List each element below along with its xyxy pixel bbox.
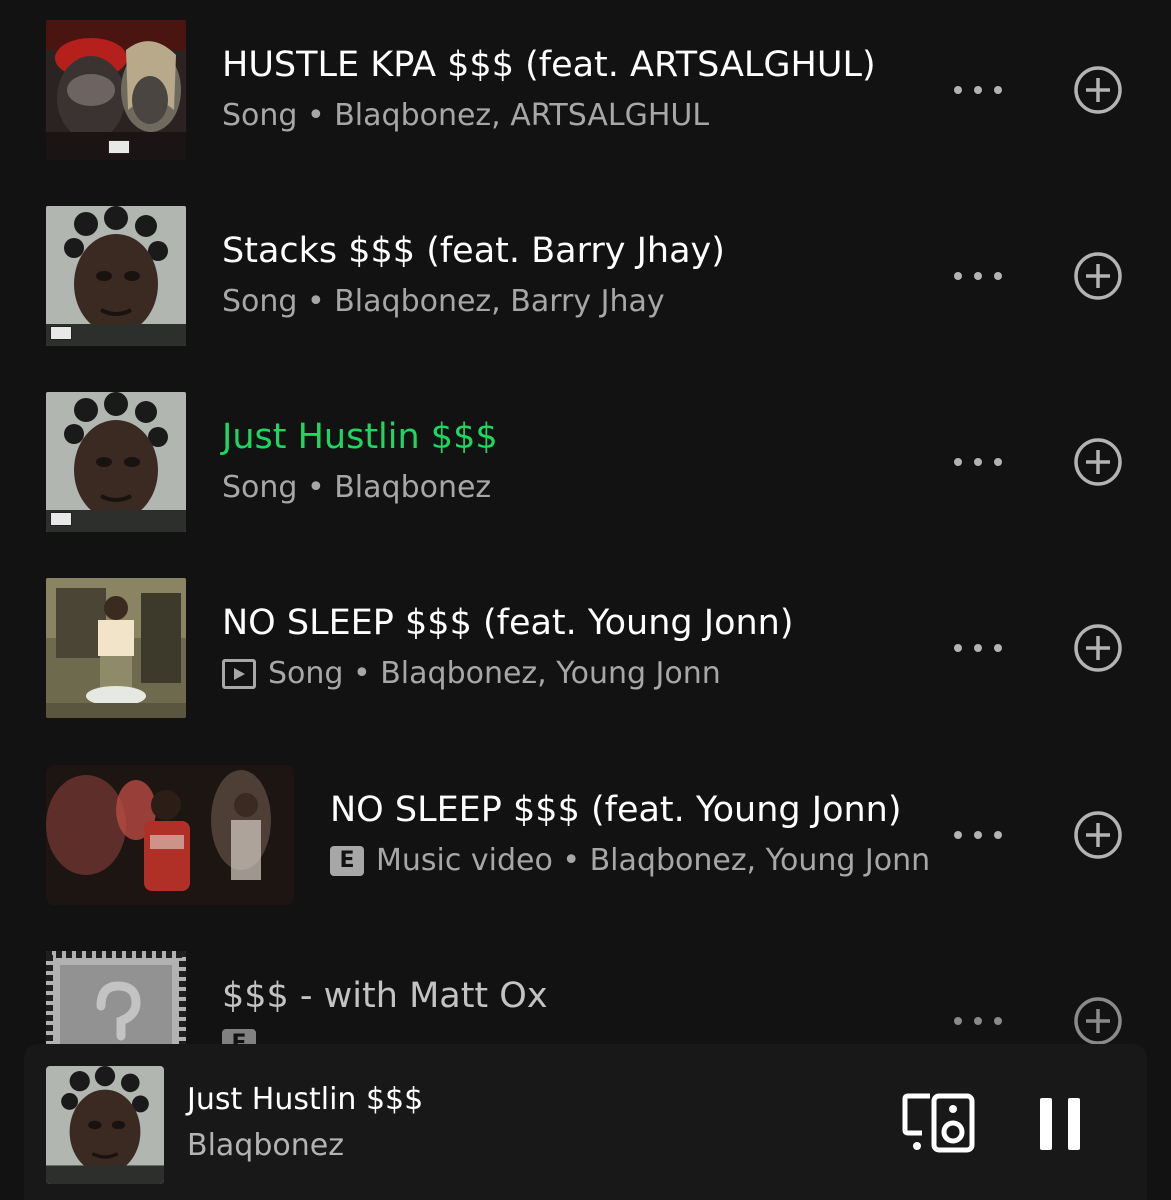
track-subtitle: Song • Blaqbonez, Barry Jhay (222, 284, 665, 320)
explicit-label-icon (50, 512, 72, 526)
mini-player-album-art (46, 1066, 164, 1184)
add-to-playlist-icon[interactable] (1073, 251, 1123, 301)
track-row[interactable]: Just Hustlin $$$ Song • Blaqbonez (0, 392, 1171, 532)
album-art-just-hustlin (46, 392, 186, 532)
track-subtitle-text: Song • Blaqbonez, Young Jonn (268, 656, 721, 691)
track-title: HUSTLE KPA $$$ (feat. ARTSALGHUL) (222, 45, 876, 85)
track-subtitle: Song • Blaqbonez, ARTSALGHUL (222, 98, 709, 134)
video-subtitle: E Music video • Blaqbonez, Young Jonn (330, 843, 930, 879)
more-options-icon[interactable] (952, 825, 1004, 845)
explicit-label-icon (108, 140, 130, 154)
connect-devices-icon[interactable] (902, 1092, 976, 1154)
video-icon (222, 659, 256, 689)
track-subtitle: Song • Blaqbonez, Young Jonn (222, 656, 721, 692)
album-art-no-sleep (46, 578, 186, 718)
mini-player-artist[interactable]: Blaqbonez (187, 1128, 344, 1164)
more-options-icon[interactable] (952, 1011, 1004, 1031)
album-art-hustle-kpa (46, 20, 186, 160)
more-options-icon[interactable] (952, 80, 1004, 100)
track-subtitle: Song • Blaqbonez (222, 470, 491, 506)
more-options-icon[interactable] (952, 452, 1004, 472)
add-to-playlist-icon[interactable] (1073, 437, 1123, 487)
track-title: $$$ - with Matt Ox (222, 976, 548, 1016)
add-to-playlist-icon[interactable] (1073, 810, 1123, 860)
mini-player[interactable]: Just Hustlin $$$ Blaqbonez (24, 1044, 1147, 1200)
add-to-playlist-icon[interactable] (1073, 623, 1123, 673)
add-to-playlist-icon[interactable] (1073, 65, 1123, 115)
track-title: Stacks $$$ (feat. Barry Jhay) (222, 231, 725, 271)
track-row[interactable]: Stacks $$$ (feat. Barry Jhay) Song • Bla… (0, 206, 1171, 346)
video-row[interactable]: NO SLEEP $$$ (feat. Young Jonn) E Music … (0, 765, 1171, 905)
add-to-playlist-icon[interactable] (1073, 996, 1123, 1046)
track-subtitle-text: Song • Blaqbonez, Barry Jhay (222, 284, 665, 319)
video-title: NO SLEEP $$$ (feat. Young Jonn) (330, 790, 902, 830)
track-subtitle-text: Song • Blaqbonez (222, 470, 492, 505)
album-art-stacks (46, 206, 186, 346)
video-subtitle-text: Music video • Blaqbonez, Young Jonn (376, 843, 931, 878)
track-title: NO SLEEP $$$ (feat. Young Jonn) (222, 603, 794, 643)
mini-player-title[interactable]: Just Hustlin $$$ (187, 1082, 423, 1118)
more-options-icon[interactable] (952, 266, 1004, 286)
track-subtitle-text: Song • Blaqbonez, ARTSALGHUL (222, 98, 710, 133)
more-options-icon[interactable] (952, 638, 1004, 658)
track-row[interactable]: NO SLEEP $$$ (feat. Young Jonn) Song • B… (0, 578, 1171, 718)
search-results-list: HUSTLE KPA $$$ (feat. ARTSALGHUL) Song •… (0, 0, 1171, 1200)
track-title-now-playing: Just Hustlin $$$ (222, 417, 498, 457)
track-row[interactable]: HUSTLE KPA $$$ (feat. ARTSALGHUL) Song •… (0, 20, 1171, 160)
video-thumbnail-no-sleep (46, 765, 294, 905)
explicit-label-icon (50, 326, 72, 340)
pause-icon[interactable] (1036, 1096, 1084, 1152)
explicit-badge: E (330, 846, 364, 876)
